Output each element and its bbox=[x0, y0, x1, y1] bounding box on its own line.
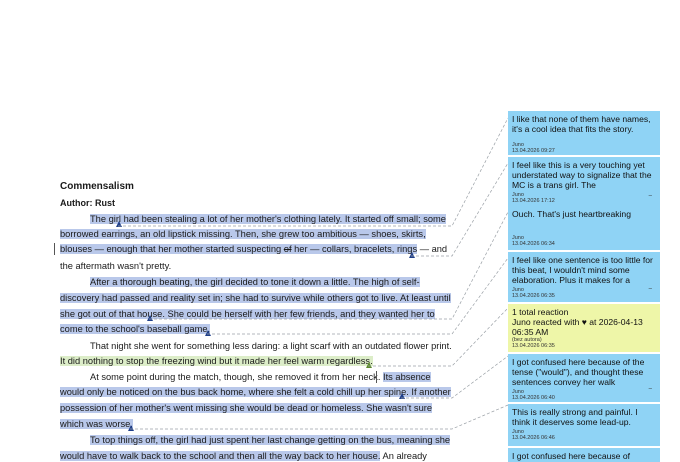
expand-toggle[interactable]: – bbox=[649, 191, 652, 201]
connector-line bbox=[368, 307, 509, 367]
comment-text: I feel like this is a very touching yet … bbox=[512, 160, 652, 190]
comment-date: 13.04.2026 09:27 bbox=[512, 148, 555, 154]
connector-line bbox=[149, 211, 509, 320]
comment-card[interactable]: I feel like one sentence is too little f… bbox=[508, 252, 660, 302]
comment-text: I got confused here because of bbox=[512, 451, 631, 461]
comment-text: I feel like one sentence is too little f… bbox=[512, 255, 653, 285]
comment-card-reaction[interactable]: 1 total reaction Juno reacted with ♥ at … bbox=[508, 304, 660, 352]
connector-line bbox=[207, 257, 509, 335]
comment-card[interactable]: Ouch. That's just heartbreaking Juno 13.… bbox=[508, 206, 660, 250]
comment-date: 13.04.2026 06:35 bbox=[512, 343, 555, 349]
comment-date: 13.04.2026 06:34 bbox=[512, 241, 555, 247]
comment-text: I got confused here because of the tense… bbox=[512, 357, 645, 387]
comment-text: This is really strong and painful. I thi… bbox=[512, 407, 638, 427]
connector-line bbox=[411, 162, 509, 257]
comment-card[interactable]: I feel like this is a very touching yet … bbox=[508, 157, 660, 209]
comment-card[interactable]: I got confused here because of the tense… bbox=[508, 354, 660, 402]
expand-toggle[interactable]: – bbox=[649, 384, 652, 394]
comment-card[interactable]: I like that none of them have names, it'… bbox=[508, 111, 660, 155]
connector-line bbox=[118, 117, 509, 227]
comment-date: 13.04.2026 06:35 bbox=[512, 293, 555, 299]
connector-line bbox=[401, 355, 509, 399]
expand-toggle[interactable]: – bbox=[649, 284, 652, 294]
connector-line bbox=[130, 404, 509, 430]
comment-date: 13.04.2026 06:46 bbox=[512, 435, 555, 441]
comment-date: 13.04.2026 06:40 bbox=[512, 395, 555, 401]
comment-text: I like that none of them have names, it'… bbox=[512, 114, 651, 134]
comment-card[interactable]: This is really strong and painful. I thi… bbox=[508, 404, 660, 446]
comment-card[interactable]: I got confused here because of bbox=[508, 448, 660, 462]
comment-text: Ouch. That's just heartbreaking bbox=[512, 209, 631, 219]
reaction-text: 1 total reaction Juno reacted with ♥ at … bbox=[512, 307, 643, 337]
comment-date: 13.04.2026 17:12 bbox=[512, 198, 555, 204]
